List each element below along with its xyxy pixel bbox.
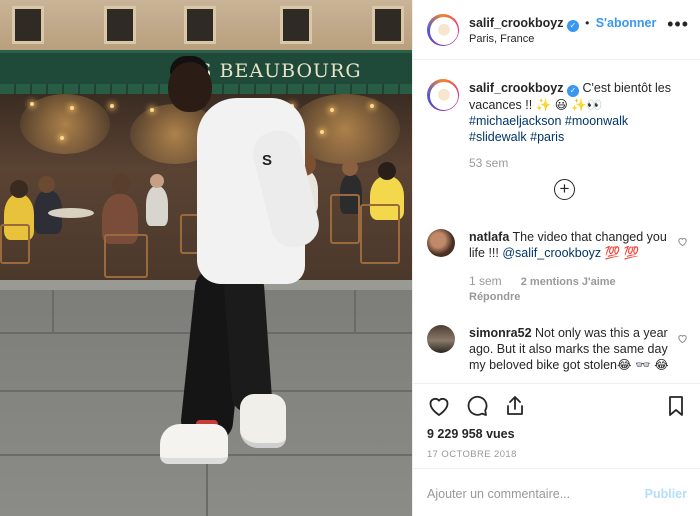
hashtag-link[interactable]: #slidewalk: [469, 130, 527, 144]
comment-meta: 1 sem 2 mentions J'aime: [469, 274, 616, 288]
comment-username[interactable]: natlafa: [469, 230, 509, 244]
header-line: salif_crookboyz ✓ • S'abonner: [469, 16, 656, 32]
sneaker: [240, 394, 286, 448]
hashtag-link[interactable]: #michaeljackson: [469, 114, 561, 128]
caption-timestamp[interactable]: 53 sem: [469, 156, 508, 170]
commenter-avatar[interactable]: [427, 229, 455, 257]
sneaker: [160, 424, 228, 464]
comment-emoji: 💯 💯: [601, 246, 640, 260]
comment: simonra52 Not only was this a year ago. …: [469, 325, 669, 373]
post-date[interactable]: 17 OCTOBRE 2018: [427, 449, 517, 460]
mention-link[interactable]: @salif_crookboyz: [502, 246, 601, 260]
comment-input[interactable]: Ajouter un commentaire...: [427, 487, 570, 501]
caption-username[interactable]: salif_crookboyz: [469, 81, 563, 95]
comment: natlafa The video that changed you life …: [469, 229, 669, 261]
comment-username[interactable]: simonra52: [469, 326, 532, 340]
heart-icon[interactable]: [427, 394, 451, 418]
divider: [413, 383, 700, 384]
reply-button[interactable]: Répondre: [469, 291, 520, 303]
bookmark-icon[interactable]: [664, 394, 688, 418]
separator-dot: •: [585, 16, 590, 30]
cafe-sign-text: IS BEAUBOURG: [190, 60, 362, 82]
post-video[interactable]: IS BEAUBOURG S: [0, 0, 412, 516]
add-circle-icon[interactable]: +: [554, 179, 575, 200]
comment-composer: Ajouter un commentaire... Publier: [413, 468, 700, 516]
verified-icon: ✓: [566, 20, 579, 32]
caption-avatar[interactable]: [427, 79, 459, 111]
location-link[interactable]: Paris, France: [469, 33, 534, 45]
verified-icon: ✓: [566, 85, 579, 97]
comment-likes[interactable]: 2 mentions J'aime: [521, 276, 616, 288]
share-icon[interactable]: [503, 394, 527, 418]
hashtag-link[interactable]: #moonwalk: [565, 114, 628, 128]
follow-button[interactable]: S'abonner: [596, 16, 657, 30]
view-count[interactable]: 9 229 958 vues: [427, 427, 515, 441]
post-viewer: IS BEAUBOURG S salif_crookboyz ✓ • S'abo…: [0, 0, 700, 516]
dancer-head: [168, 62, 212, 112]
author-username[interactable]: salif_crookboyz: [469, 16, 563, 30]
publish-button[interactable]: Publier: [645, 487, 687, 501]
author-avatar[interactable]: [427, 14, 459, 46]
hoodie-logo: S: [262, 152, 273, 169]
post-sidebar: salif_crookboyz ✓ • S'abonner Paris, Fra…: [412, 0, 700, 516]
hashtag-link[interactable]: #paris: [530, 130, 564, 144]
commenter-avatar[interactable]: [427, 325, 455, 353]
more-icon[interactable]: •••: [667, 14, 689, 35]
post-header: salif_crookboyz ✓ • S'abonner Paris, Fra…: [413, 0, 700, 60]
comment-timestamp[interactable]: 1 sem: [469, 274, 502, 288]
small-heart-icon[interactable]: [677, 333, 688, 344]
post-caption: salif_crookboyz ✓ C'est bientôt les vaca…: [469, 80, 689, 145]
comment-clip: simonra52 Not only was this a year ago. …: [469, 325, 689, 382]
small-heart-icon[interactable]: [677, 236, 688, 247]
comment-icon[interactable]: [465, 394, 489, 418]
